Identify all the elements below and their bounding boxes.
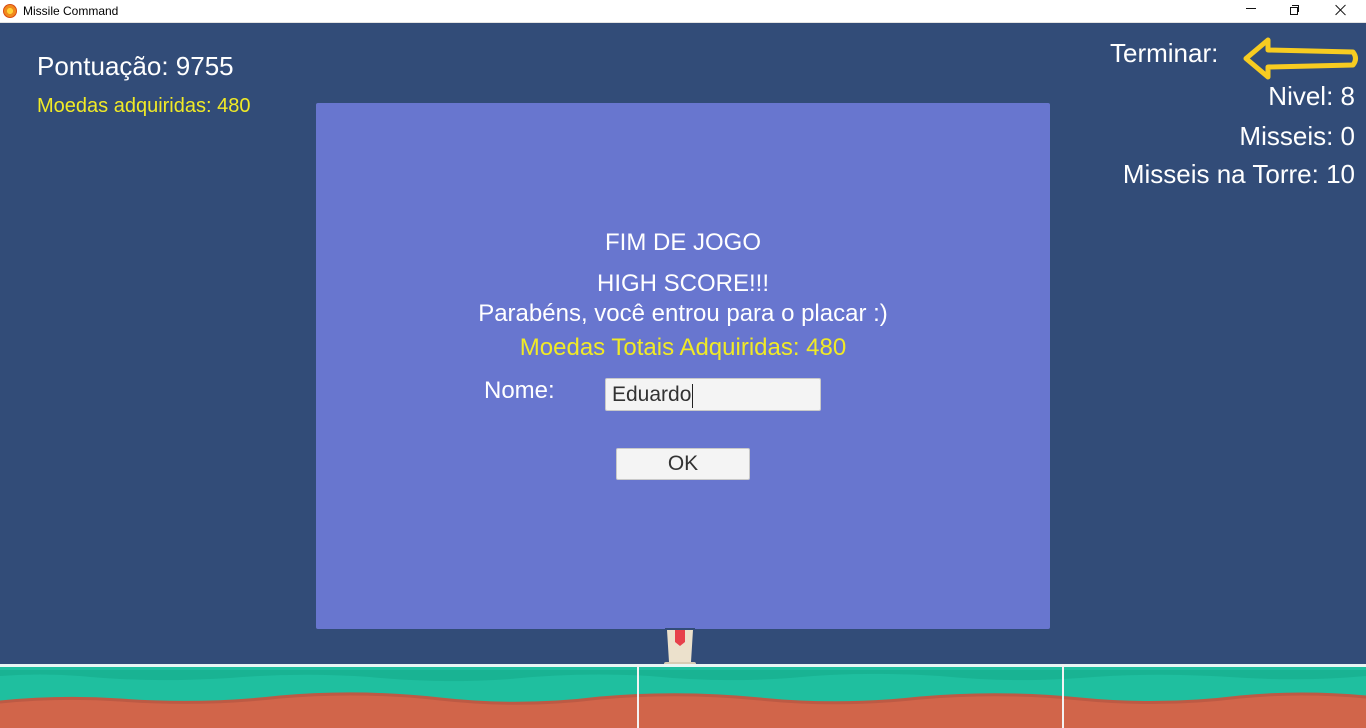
coins-label: Moedas adquiridas: 480 bbox=[37, 95, 251, 117]
ground bbox=[0, 664, 1366, 728]
exit-label: Terminar: bbox=[1110, 38, 1219, 68]
restore-icon bbox=[1290, 4, 1300, 15]
missile-tower bbox=[664, 628, 696, 668]
total-coins-label: Moedas Totais Adquiridas: 480 bbox=[519, 334, 847, 361]
minimize-button[interactable] bbox=[1228, 0, 1274, 23]
restore-button[interactable] bbox=[1272, 0, 1318, 23]
text-caret bbox=[692, 384, 693, 408]
name-label: Nome: bbox=[484, 377, 555, 404]
high-score-title: HIGH SCORE!!! bbox=[596, 270, 770, 297]
window-title-bar: Missile Command bbox=[0, 0, 1366, 23]
level-label: Nivel: 8 bbox=[1268, 81, 1355, 111]
app-icon bbox=[3, 4, 17, 18]
missiles-label: Misseis: 0 bbox=[1239, 121, 1355, 151]
tower-missiles-label: Misseis na Torre: 10 bbox=[1122, 159, 1355, 189]
ok-button[interactable]: OK bbox=[616, 448, 750, 480]
game-over-dialog: FIM DE JOGO HIGH SCORE!!! Parabéns, você… bbox=[316, 103, 1050, 629]
window-title: Missile Command bbox=[23, 4, 119, 18]
arrow-left-icon[interactable] bbox=[1240, 36, 1360, 81]
minimize-icon bbox=[1246, 8, 1256, 9]
game-over-title: FIM DE JOGO bbox=[605, 229, 761, 256]
close-icon bbox=[1335, 4, 1347, 16]
score-label: Pontuação: 9755 bbox=[37, 51, 234, 81]
close-button[interactable] bbox=[1318, 0, 1364, 23]
congrats-message: Parabéns, você entrou para o placar :) bbox=[478, 300, 888, 327]
name-input[interactable] bbox=[605, 378, 821, 411]
